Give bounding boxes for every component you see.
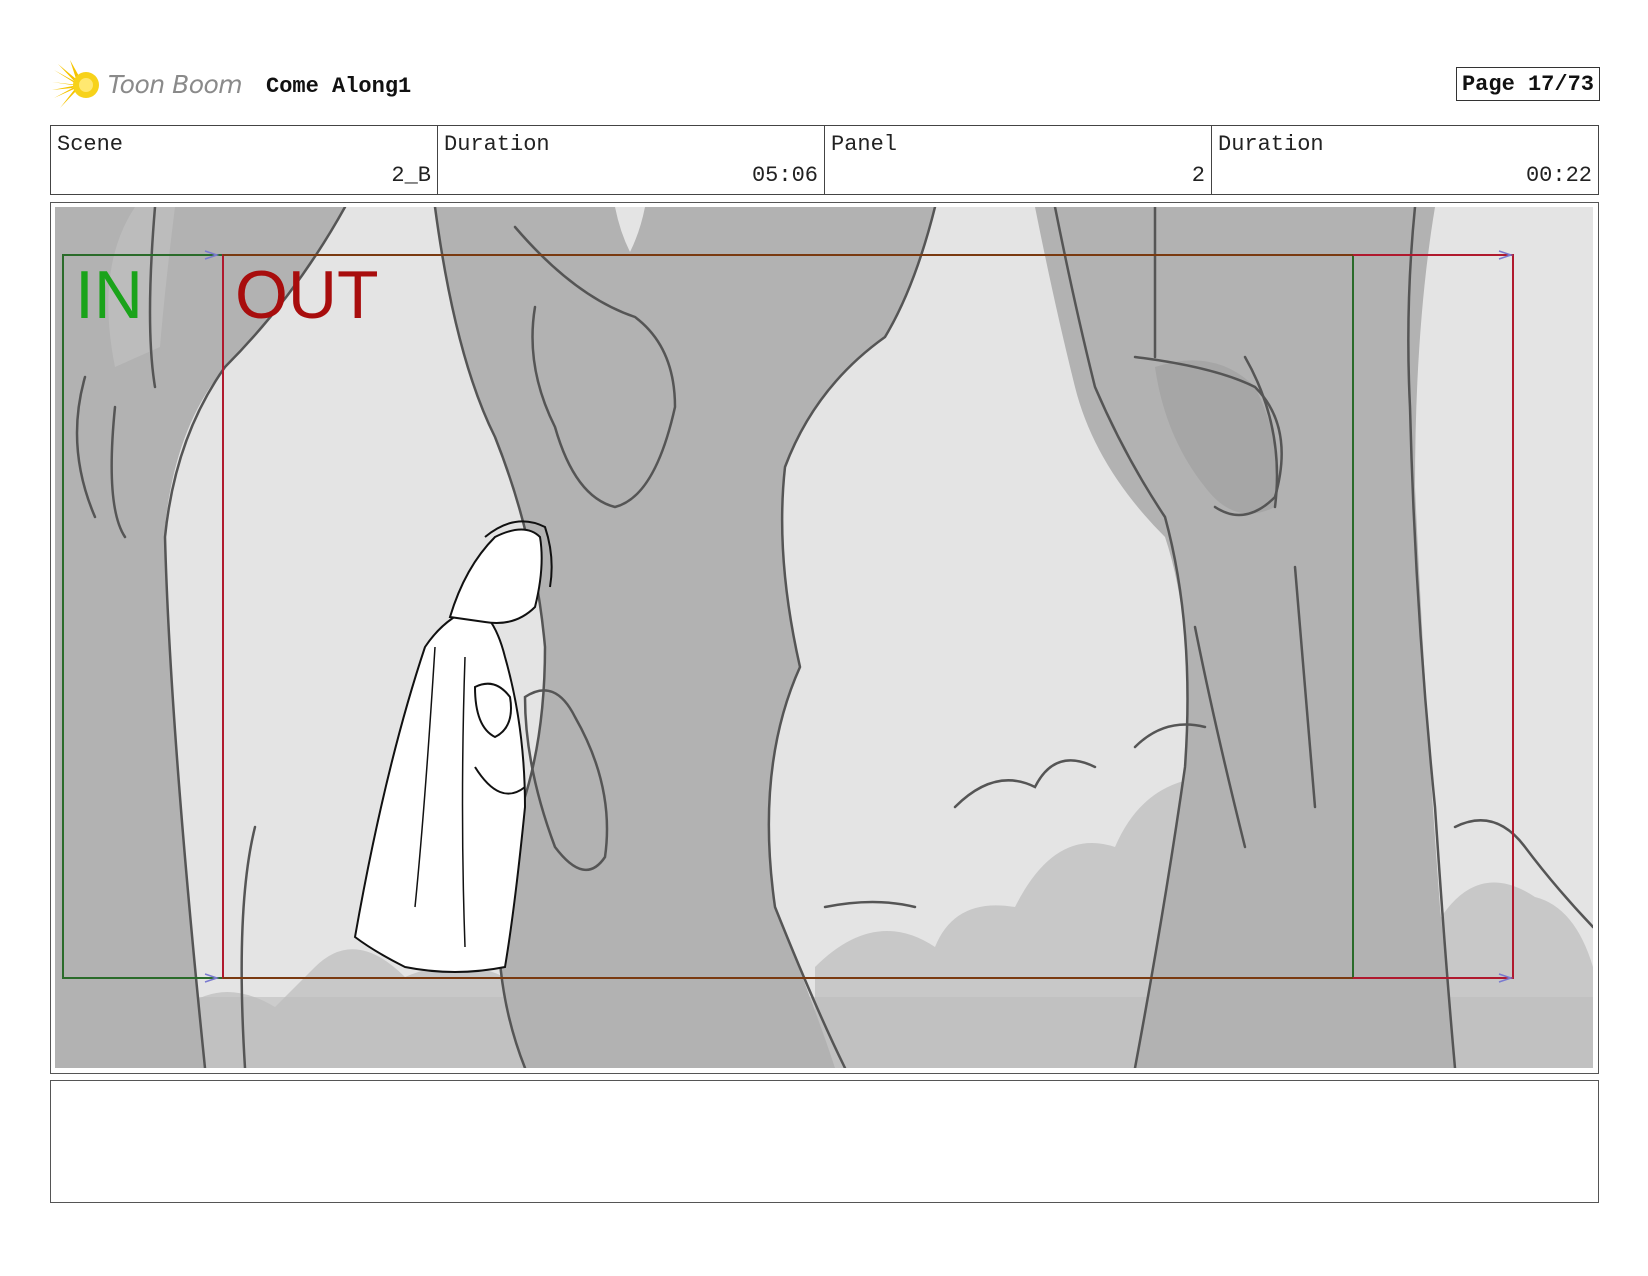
storyboard-header: Toon Boom Come Along1 Page 17/73 <box>50 58 1600 118</box>
scene-duration-label: Duration <box>444 132 550 157</box>
scene-value: 2_B <box>391 163 431 188</box>
project-title: Come Along1 <box>266 74 412 99</box>
scene-duration-cell: Duration 05:06 <box>438 126 825 194</box>
panel-duration-cell: Duration 00:22 <box>1212 126 1598 194</box>
page-number-box: Page 17/73 <box>1455 67 1600 101</box>
toon-boom-logo-icon <box>52 60 99 108</box>
scene-info-table: Scene 2_B Duration 05:06 Panel 2 Duratio… <box>50 125 1599 195</box>
storyboard-panel: IN OUT <box>50 202 1599 1074</box>
panel-sketch-image <box>55 207 1593 1068</box>
scene-label: Scene <box>57 132 124 157</box>
panel-label: Panel <box>831 132 898 157</box>
out-label: OUT <box>235 257 379 333</box>
panel-value: 2 <box>1191 163 1205 188</box>
page-number: Page 17/73 <box>1461 72 1594 97</box>
in-label: IN <box>75 257 143 333</box>
panel-duration-label: Duration <box>1218 132 1324 157</box>
scene-cell: Scene 2_B <box>51 126 438 194</box>
panel-duration-value: 00:22 <box>1525 163 1592 188</box>
brand-name: Toon Boom <box>108 70 243 99</box>
panel-caption-box <box>50 1080 1599 1203</box>
scene-duration-value: 05:06 <box>751 163 818 188</box>
panel-cell: Panel 2 <box>825 126 1212 194</box>
